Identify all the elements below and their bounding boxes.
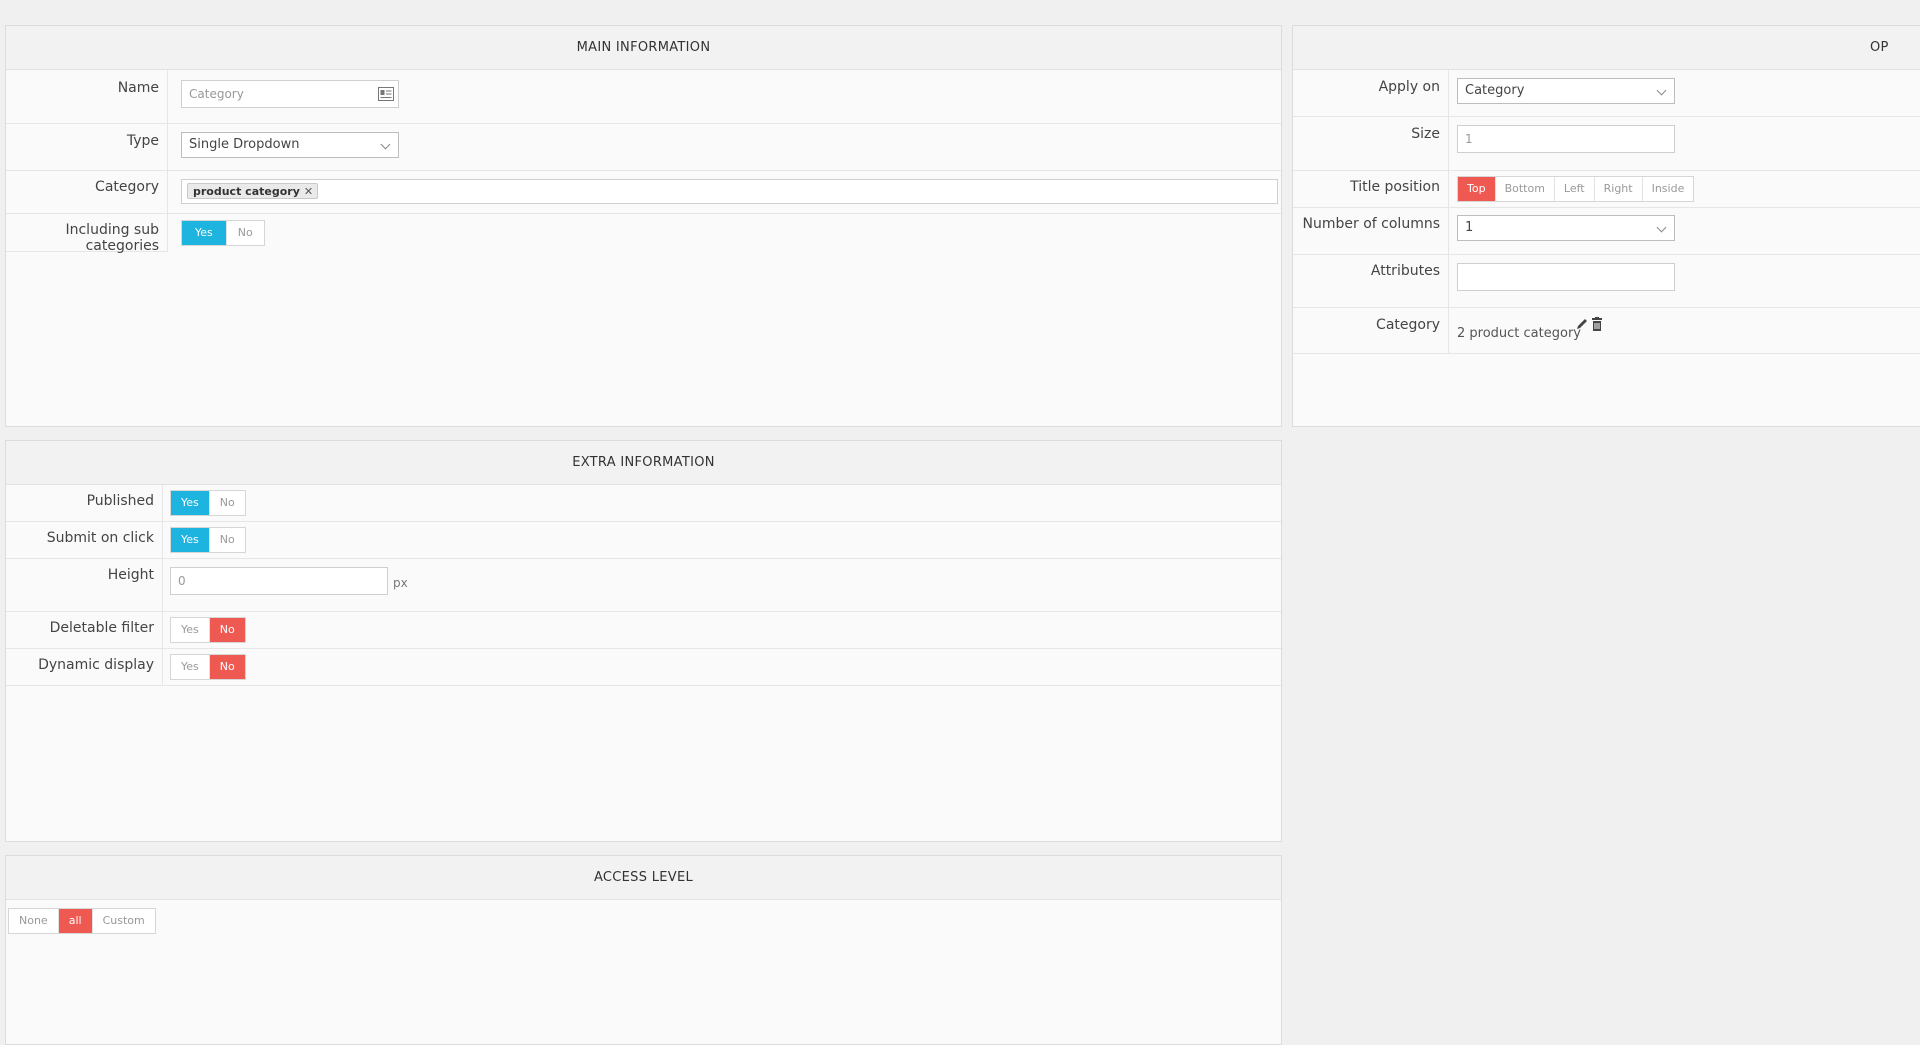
name-label: Name — [6, 70, 168, 123]
dynamic-row: Dynamic display Yes No — [6, 649, 1281, 686]
title-position-bottom[interactable]: Bottom — [1496, 177, 1555, 201]
remove-tag-icon[interactable]: ✕ — [304, 185, 313, 198]
access-none[interactable]: None — [9, 909, 59, 933]
columns-select[interactable]: 1 — [1457, 215, 1675, 241]
apply-on-select[interactable]: Category — [1457, 78, 1675, 104]
extra-information-panel: EXTRA INFORMATION Published Yes No Submi… — [5, 440, 1282, 842]
options-title-text: OP — [1870, 40, 1889, 55]
height-unit: px — [393, 576, 408, 590]
deletable-row: Deletable filter Yes No — [6, 612, 1281, 649]
columns-value: 1 — [1465, 220, 1474, 235]
published-yes[interactable]: Yes — [171, 491, 210, 515]
category-tag-label: product category — [193, 185, 300, 198]
pencil-icon[interactable] — [1575, 317, 1589, 331]
deletable-no[interactable]: No — [209, 618, 245, 642]
title-position-row: Title position Top Bottom Left Right Ins… — [1293, 171, 1920, 208]
name-input[interactable]: Category — [181, 80, 399, 108]
options-category-row: Category 2 product category — [1293, 308, 1920, 354]
dynamic-toggle: Yes No — [170, 654, 246, 680]
apply-on-label: Apply on — [1293, 70, 1449, 116]
options-panel: OP Apply on Category Size 1 Title positi… — [1292, 25, 1920, 427]
access-level-group: None all Custom — [8, 908, 156, 934]
sub-categories-yes[interactable]: Yes — [182, 221, 227, 245]
apply-on-row: Apply on Category — [1293, 70, 1920, 117]
sub-categories-no[interactable]: No — [227, 221, 264, 245]
deletable-label: Deletable filter — [6, 612, 163, 648]
main-information-panel: MAIN INFORMATION Name Category Type Sing… — [5, 25, 1282, 427]
size-input[interactable]: 1 — [1457, 125, 1675, 153]
chevron-down-icon — [380, 139, 391, 150]
height-label: Height — [6, 559, 163, 611]
chevron-down-icon — [1656, 85, 1667, 96]
category-multiselect[interactable]: product category ✕ — [181, 179, 1278, 204]
size-label: Size — [1293, 117, 1449, 170]
published-toggle: Yes No — [170, 490, 246, 516]
sub-categories-label: Including sub categories — [6, 214, 168, 254]
options-category-value: 2 product category — [1457, 326, 1581, 341]
access-all[interactable]: all — [58, 909, 93, 933]
access-custom[interactable]: Custom — [93, 909, 155, 933]
type-select[interactable]: Single Dropdown — [181, 132, 399, 158]
submit-label: Submit on click — [6, 522, 163, 558]
attributes-row: Attributes — [1293, 255, 1920, 308]
published-row: Published Yes No — [6, 485, 1281, 522]
title-position-label: Title position — [1293, 171, 1449, 207]
chevron-down-icon — [1656, 222, 1667, 233]
title-position-top[interactable]: Top — [1458, 177, 1496, 201]
height-placeholder: 0 — [178, 574, 186, 588]
columns-label: Number of columns — [1293, 208, 1449, 254]
size-row: Size 1 — [1293, 117, 1920, 171]
main-information-title: MAIN INFORMATION — [6, 26, 1281, 70]
size-placeholder: 1 — [1465, 132, 1473, 146]
trash-icon[interactable] — [1591, 317, 1603, 331]
title-position-inside[interactable]: Inside — [1643, 177, 1694, 201]
columns-row: Number of columns 1 — [1293, 208, 1920, 255]
dynamic-label: Dynamic display — [6, 649, 163, 685]
name-placeholder: Category — [189, 87, 244, 101]
category-tag: product category ✕ — [187, 183, 319, 199]
dynamic-yes[interactable]: Yes — [171, 655, 210, 679]
access-level-panel: ACCESS LEVEL None all Custom — [5, 855, 1282, 1045]
published-label: Published — [6, 485, 163, 521]
type-row: Type Single Dropdown — [6, 124, 1281, 171]
published-no[interactable]: No — [210, 491, 245, 515]
deletable-yes[interactable]: Yes — [171, 618, 210, 642]
submit-row: Submit on click Yes No — [6, 522, 1281, 559]
options-title: OP — [1293, 26, 1920, 70]
type-label: Type — [6, 124, 168, 170]
contact-card-icon[interactable] — [378, 87, 394, 101]
title-position-group: Top Bottom Left Right Inside — [1457, 176, 1695, 202]
dynamic-no[interactable]: No — [209, 655, 245, 679]
sub-categories-toggle: Yes No — [181, 220, 265, 246]
apply-on-value: Category — [1465, 83, 1525, 98]
options-category-label: Category — [1293, 308, 1449, 353]
name-row: Name Category — [6, 70, 1281, 124]
category-label: Category — [6, 171, 168, 213]
deletable-toggle: Yes No — [170, 617, 246, 643]
category-row: Category product category ✕ — [6, 171, 1281, 214]
submit-toggle: Yes No — [170, 527, 246, 553]
type-value: Single Dropdown — [189, 137, 300, 152]
title-position-left[interactable]: Left — [1555, 177, 1595, 201]
access-level-title: ACCESS LEVEL — [6, 856, 1281, 900]
title-position-right[interactable]: Right — [1595, 177, 1643, 201]
submit-no[interactable]: No — [210, 528, 245, 552]
height-input[interactable]: 0 — [170, 567, 388, 595]
height-row: Height 0 px — [6, 559, 1281, 612]
extra-information-title: EXTRA INFORMATION — [6, 441, 1281, 485]
attributes-label: Attributes — [1293, 255, 1449, 307]
submit-yes[interactable]: Yes — [171, 528, 210, 552]
sub-categories-row: Including sub categories Yes No — [6, 214, 1281, 254]
attributes-input[interactable] — [1457, 263, 1675, 291]
